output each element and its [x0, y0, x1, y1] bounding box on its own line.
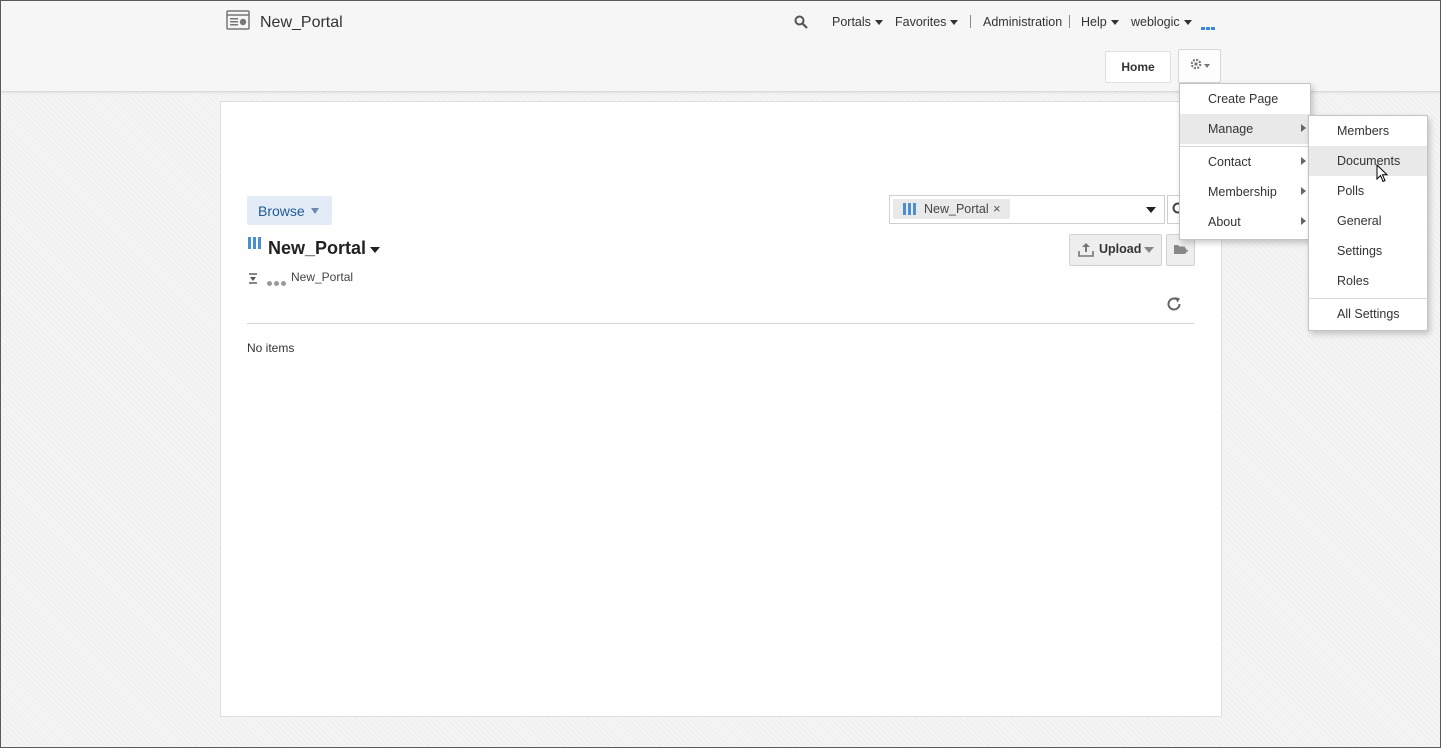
settings-menu: Create Page Manage Contact Membership Ab…: [1179, 83, 1311, 240]
menu-item-label: Settings: [1337, 244, 1383, 258]
manage-submenu: Members Documents Polls General Settings…: [1308, 115, 1428, 331]
submenu-item-all-settings[interactable]: All Settings: [1309, 299, 1427, 329]
chevron-down-icon: [874, 20, 883, 26]
browse-button[interactable]: Browse: [247, 196, 332, 225]
chevron-down-icon: [1204, 64, 1210, 68]
submenu-item-polls[interactable]: Polls: [1309, 176, 1427, 206]
chevron-down-icon: [311, 208, 319, 214]
documents-panel: [220, 101, 1222, 717]
chevron-right-icon: [1301, 187, 1306, 195]
favorites-menu-label: Favorites: [895, 15, 947, 29]
portals-menu-label: Portals: [832, 15, 871, 29]
menu-item-label: About: [1208, 215, 1241, 229]
browse-label: Browse: [258, 203, 305, 219]
nav-divider: [1069, 15, 1070, 28]
scope-chip-label: New_Portal: [924, 202, 989, 216]
close-icon[interactable]: ×: [993, 201, 1001, 216]
portals-menu[interactable]: Portals: [832, 15, 883, 29]
user-menu-label: weblogic: [1131, 15, 1180, 29]
favorites-menu[interactable]: Favorites: [895, 15, 959, 29]
chevron-down-icon: [1183, 20, 1192, 26]
new-folder-icon: [1174, 245, 1188, 254]
submenu-item-settings[interactable]: Settings: [1309, 236, 1427, 266]
submenu-item-roles[interactable]: Roles: [1309, 266, 1427, 296]
library-icon: [903, 203, 916, 215]
nav-divider: [970, 15, 971, 28]
library-icon: [248, 237, 261, 249]
menu-item-create-page[interactable]: Create Page: [1180, 84, 1310, 114]
upload-label: Upload: [1099, 242, 1142, 256]
menu-item-label: General: [1337, 214, 1382, 228]
menu-item-label: Documents: [1337, 154, 1401, 168]
menu-item-label: Create Page: [1208, 92, 1279, 106]
administration-link[interactable]: Administration: [983, 15, 1062, 29]
breadcrumb-ellipsis-icon[interactable]: [267, 275, 288, 289]
portal-logo-icon: [226, 10, 250, 30]
chevron-down-icon: [1146, 207, 1156, 213]
menu-item-label: Membership: [1208, 185, 1277, 199]
chevron-right-icon: [1301, 217, 1306, 225]
chevron-right-icon: [1301, 124, 1306, 132]
help-menu-label: Help: [1081, 15, 1107, 29]
search-icon[interactable]: [794, 15, 808, 29]
upload-button[interactable]: Upload: [1069, 234, 1162, 266]
menu-item-label: Roles: [1337, 274, 1369, 288]
menu-item-membership[interactable]: Membership: [1180, 177, 1310, 207]
submenu-item-documents[interactable]: Documents: [1309, 146, 1427, 176]
upload-icon: [1078, 243, 1094, 257]
submenu-item-general[interactable]: General: [1309, 206, 1427, 236]
menu-item-manage[interactable]: Manage: [1180, 114, 1310, 144]
menu-item-contact[interactable]: Contact: [1180, 147, 1310, 177]
refresh-icon[interactable]: [1166, 296, 1183, 312]
folder-title[interactable]: New_Portal: [268, 238, 366, 259]
collapse-icon[interactable]: [248, 272, 258, 284]
portal-header: [1, 1, 1440, 92]
menu-item-label: All Settings: [1337, 307, 1400, 321]
more-options-icon[interactable]: [1201, 19, 1216, 33]
user-menu[interactable]: weblogic: [1131, 15, 1192, 29]
mouse-cursor-icon: [1376, 164, 1389, 183]
menu-item-label: Manage: [1208, 122, 1254, 136]
menu-item-about[interactable]: About: [1180, 207, 1310, 237]
chevron-down-icon: [1144, 247, 1154, 253]
chevron-down-icon: [1110, 20, 1119, 26]
chevron-down-icon: [950, 20, 959, 26]
scope-chip[interactable]: New_Portal ×: [893, 199, 1010, 219]
scope-dropdown-button[interactable]: [1139, 195, 1165, 224]
empty-state-text: No items: [247, 341, 295, 355]
submenu-item-members[interactable]: Members: [1309, 116, 1427, 146]
help-menu[interactable]: Help: [1081, 15, 1119, 29]
chevron-right-icon: [1301, 157, 1306, 165]
home-tab[interactable]: Home: [1105, 51, 1171, 83]
divider: [247, 323, 1194, 324]
breadcrumb-item[interactable]: New_Portal: [291, 270, 353, 284]
page-settings-button[interactable]: [1178, 49, 1221, 83]
portal-title[interactable]: New_Portal: [260, 14, 343, 32]
chevron-down-icon[interactable]: [370, 247, 380, 253]
gear-icon: [1190, 58, 1202, 70]
menu-item-label: Contact: [1208, 155, 1252, 169]
scope-filter-input[interactable]: New_Portal ×: [889, 195, 1141, 224]
menu-item-label: Members: [1337, 124, 1390, 138]
menu-item-label: Polls: [1337, 184, 1365, 198]
